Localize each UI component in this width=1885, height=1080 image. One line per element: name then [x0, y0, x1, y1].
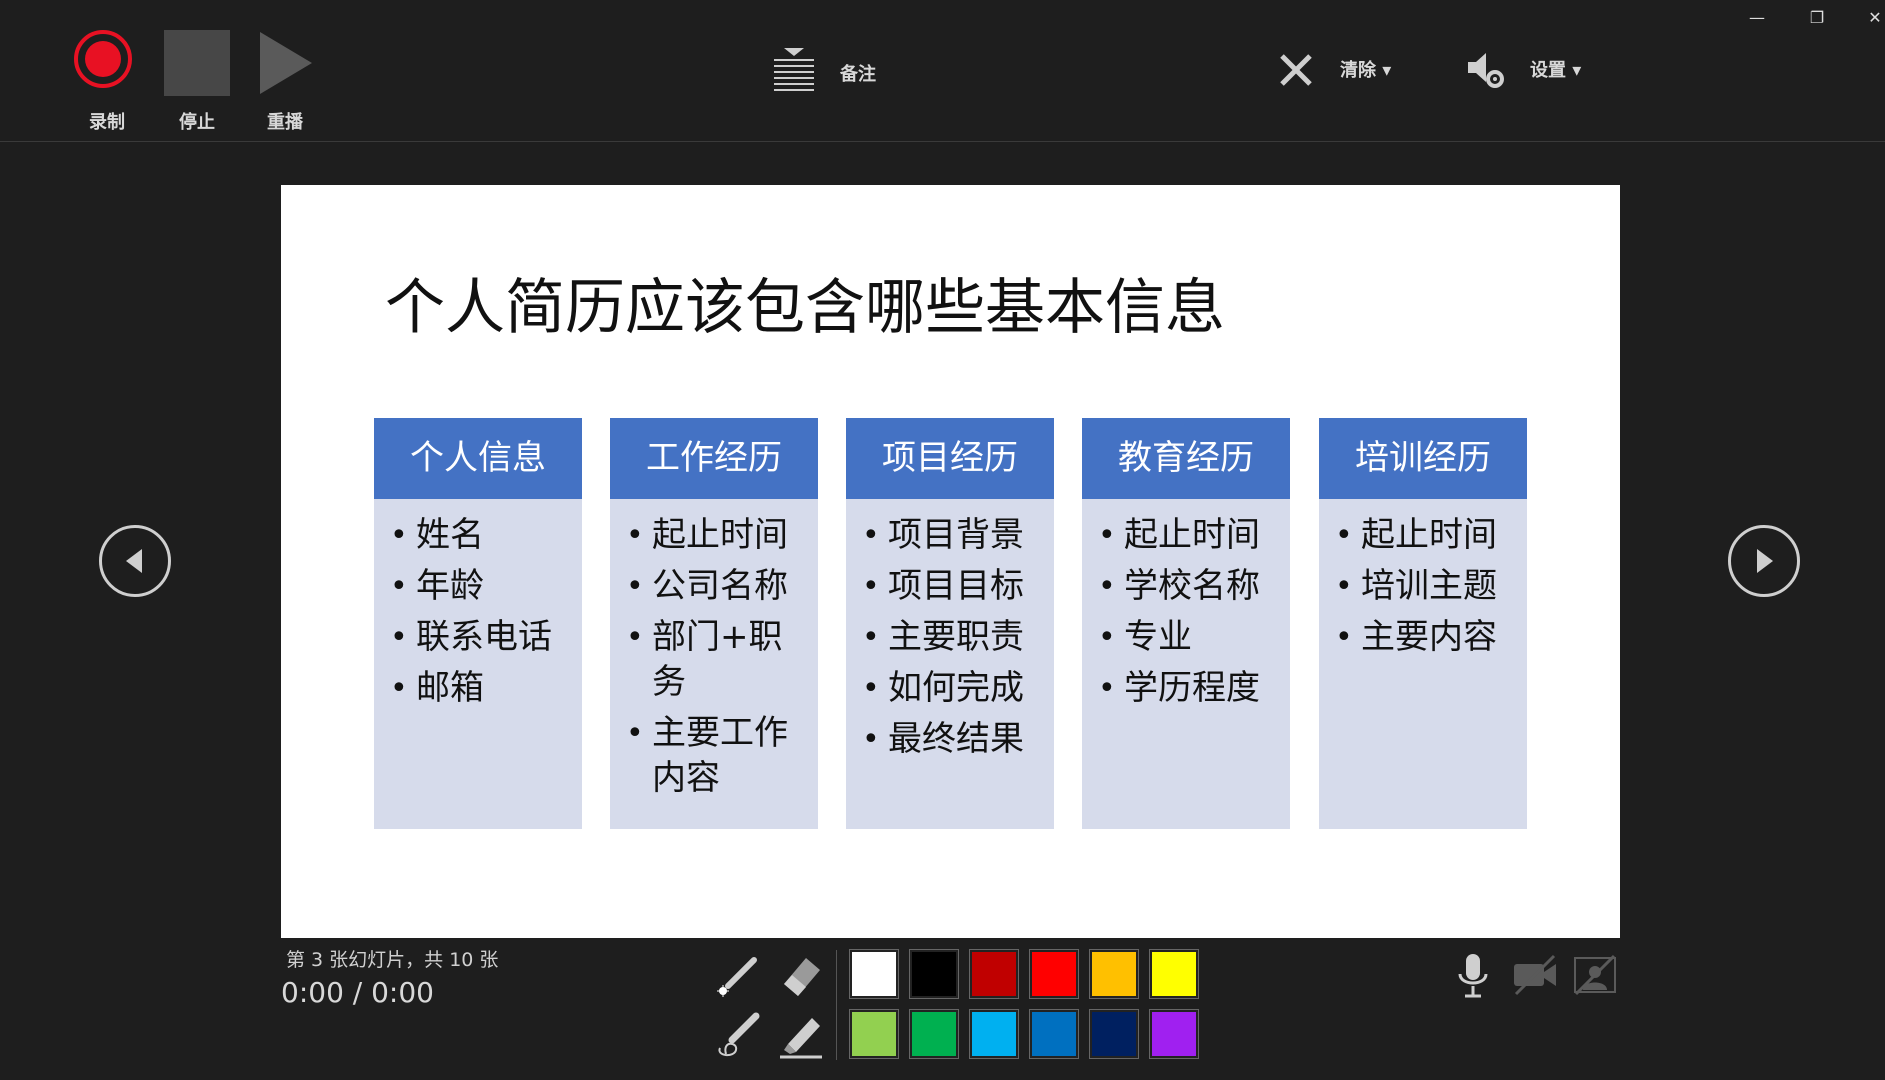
microphone-toggle[interactable] — [1448, 950, 1498, 1000]
list-item: 主要职责 — [846, 615, 1054, 660]
list-item: 最终结果 — [846, 717, 1054, 762]
color-swatch-purple[interactable] — [1149, 1009, 1199, 1059]
column-work-experience: 工作经历 起止时间 公司名称 部门+职务 主要工作内容 — [610, 418, 818, 829]
stop-label: 停止 — [179, 112, 215, 133]
list-item: 邮箱 — [374, 666, 582, 711]
column-training: 培训经历 起止时间 培训主题 主要内容 — [1319, 418, 1527, 829]
color-swatch-green[interactable] — [909, 1009, 959, 1059]
list-item: 联系电话 — [374, 615, 582, 660]
toolbar-divider — [836, 950, 837, 1060]
slide-counter: 第 3 张幻灯片，共 10 张 — [286, 949, 499, 971]
camera-off-icon — [1514, 954, 1556, 996]
color-swatch-white[interactable] — [849, 949, 899, 999]
list-item: 学校名称 — [1082, 564, 1290, 609]
audio-settings-button[interactable] — [1466, 50, 1506, 90]
restore-button[interactable]: ❐ — [1802, 8, 1832, 32]
replay-button[interactable]: 重播 — [250, 0, 320, 141]
eraser-icon — [784, 958, 820, 996]
slide-canvas: 个人简历应该包含哪些基本信息 个人信息 姓名 年龄 联系电话 邮箱 工作经历 起… — [281, 185, 1620, 938]
minimize-button[interactable]: — — [1742, 8, 1772, 32]
slide-title: 个人简历应该包含哪些基本信息 — [385, 273, 1225, 343]
list-item: 专业 — [1082, 615, 1290, 660]
next-slide-icon — [1757, 549, 1773, 573]
color-swatch-red[interactable] — [1029, 949, 1079, 999]
list-item: 主要工作内容 — [610, 711, 818, 801]
color-swatch-dark-red[interactable] — [969, 949, 1019, 999]
next-slide-button[interactable] — [1728, 525, 1800, 597]
play-icon — [260, 32, 312, 94]
column-list: 姓名 年龄 联系电话 邮箱 — [374, 499, 582, 711]
clear-dropdown[interactable]: 清除 ▾ — [1340, 56, 1420, 86]
list-item: 项目目标 — [846, 564, 1054, 609]
clear-recording-button[interactable] — [1278, 52, 1314, 88]
list-item: 主要内容 — [1319, 615, 1527, 660]
list-item: 姓名 — [374, 513, 582, 558]
column-list: 起止时间 公司名称 部门+职务 主要工作内容 — [610, 499, 818, 801]
color-swatch-dark-blue[interactable] — [1089, 1009, 1139, 1059]
column-header: 教育经历 — [1082, 418, 1290, 499]
color-swatch-blue[interactable] — [1029, 1009, 1079, 1059]
pen-tool[interactable] — [714, 1010, 764, 1060]
highlighter-tool[interactable] — [776, 1010, 826, 1060]
replay-label: 重播 — [267, 112, 303, 133]
notes-button[interactable]: 备注 — [770, 46, 910, 96]
list-item: 起止时间 — [610, 513, 818, 558]
previous-slide-button[interactable] — [99, 525, 171, 597]
list-item: 学历程度 — [1082, 666, 1290, 711]
record-icon — [74, 30, 132, 88]
color-swatch-light-blue[interactable] — [969, 1009, 1019, 1059]
record-button[interactable]: 录制 — [72, 0, 142, 141]
list-item: 部门+职务 — [610, 615, 818, 705]
column-header: 个人信息 — [374, 418, 582, 499]
column-list: 起止时间 培训主题 主要内容 — [1319, 499, 1527, 660]
camera-preview-off-icon — [1574, 954, 1616, 996]
highlighter-icon — [780, 1018, 822, 1059]
laser-pointer-icon — [717, 957, 757, 997]
notes-icon — [774, 48, 814, 91]
camera-preview-toggle[interactable] — [1570, 950, 1620, 1000]
stop-button[interactable]: 停止 — [162, 0, 232, 141]
list-item: 培训主题 — [1319, 564, 1527, 609]
column-personal-info: 个人信息 姓名 年龄 联系电话 邮箱 — [374, 418, 582, 829]
column-education: 教育经历 起止时间 学校名称 专业 学历程度 — [1082, 418, 1290, 829]
column-list: 起止时间 学校名称 专业 学历程度 — [1082, 499, 1290, 711]
close-window-button[interactable]: ✕ — [1860, 8, 1885, 32]
previous-slide-icon — [126, 549, 142, 573]
list-item: 公司名称 — [610, 564, 818, 609]
column-header: 项目经历 — [846, 418, 1054, 499]
list-item: 起止时间 — [1319, 513, 1527, 558]
pen-icon — [718, 1012, 760, 1056]
camera-toggle[interactable] — [1510, 950, 1560, 1000]
settings-dropdown[interactable]: 设置 ▾ — [1530, 56, 1610, 86]
column-project-experience: 项目经历 项目背景 项目目标 主要职责 如何完成 最终结果 — [846, 418, 1054, 829]
color-swatch-orange[interactable] — [1089, 949, 1139, 999]
column-header: 培训经历 — [1319, 418, 1527, 499]
recording-toolbar: 录制 停止 重播 备注 清除 ▾ 设置 ▾ — ❐ ✕ — [0, 0, 1885, 142]
notes-label: 备注 — [840, 64, 876, 85]
clear-x-icon — [1280, 54, 1312, 86]
stop-icon — [164, 30, 230, 96]
record-label: 录制 — [89, 112, 125, 133]
list-item: 年龄 — [374, 564, 582, 609]
color-swatch-yellow[interactable] — [1149, 949, 1199, 999]
audio-settings-icon — [1468, 53, 1504, 88]
microphone-icon — [1458, 954, 1488, 998]
column-list: 项目背景 项目目标 主要职责 如何完成 最终结果 — [846, 499, 1054, 762]
list-item: 如何完成 — [846, 666, 1054, 711]
list-item: 起止时间 — [1082, 513, 1290, 558]
color-swatch-light-green[interactable] — [849, 1009, 899, 1059]
column-header: 工作经历 — [610, 418, 818, 499]
list-item: 项目背景 — [846, 513, 1054, 558]
eraser-tool[interactable] — [776, 950, 826, 1000]
laser-pointer-tool[interactable] — [714, 950, 764, 1000]
recording-timer: 0:00 / 0:00 — [281, 976, 434, 1009]
color-swatch-black[interactable] — [909, 949, 959, 999]
